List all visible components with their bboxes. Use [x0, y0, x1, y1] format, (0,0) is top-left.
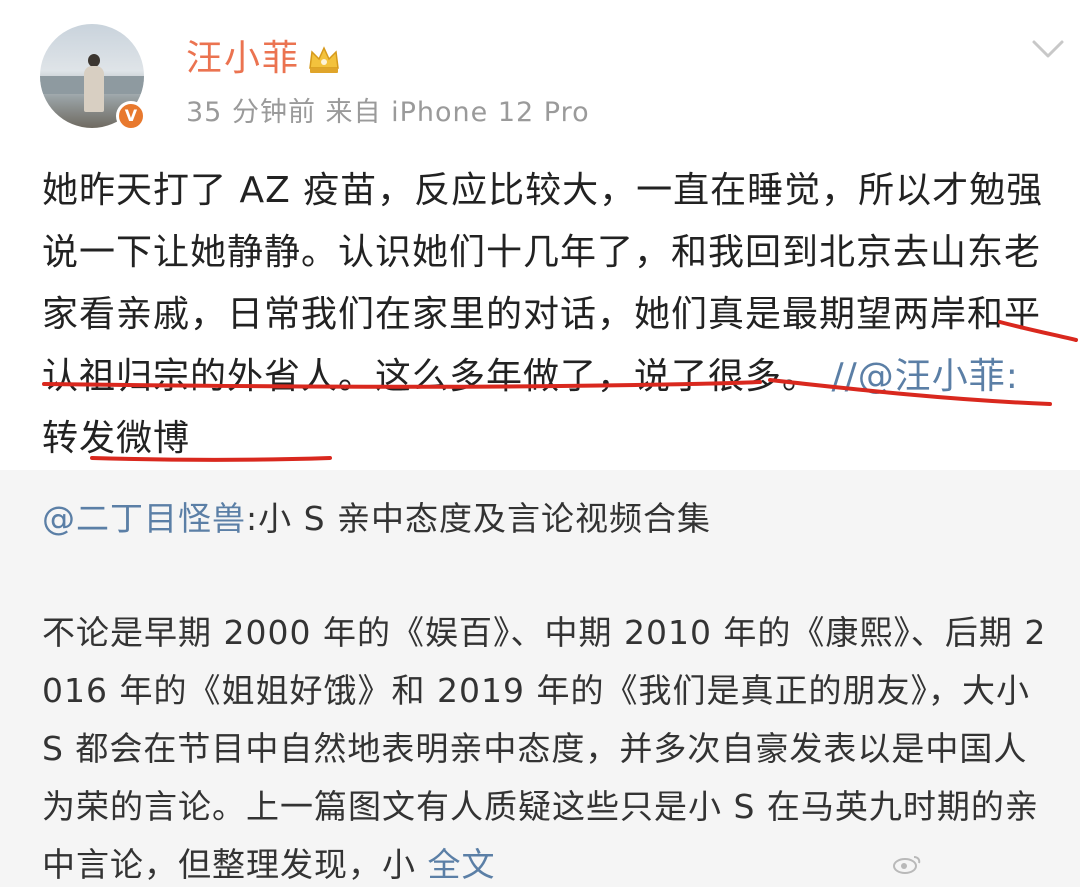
repost-text: 转发微博 — [42, 418, 191, 459]
quoted-post-title: @二丁目怪兽:小 S 亲中态度及言论视频合集 — [42, 494, 711, 544]
full-text-link[interactable]: 全文 — [428, 845, 496, 884]
quoted-body-text: 不论是早期 2000 年的《娱百》、中期 2010 年的《康熙》、后期 2016… — [42, 613, 1047, 884]
quoted-title-text: :小 S 亲中态度及言论视频合集 — [246, 499, 712, 538]
crown-icon — [309, 46, 339, 73]
username[interactable]: 汪小菲 — [186, 36, 300, 82]
repost-mention[interactable]: //@汪小菲: — [831, 356, 1018, 397]
chevron-down-icon[interactable] — [1028, 36, 1068, 62]
watermark — [892, 846, 1052, 882]
avatar-person-body — [84, 66, 104, 112]
verified-badge-icon: V — [116, 101, 146, 131]
post-meta: 35 分钟前 来自 iPhone 12 Pro — [186, 97, 590, 128]
weibo-watermark-icon — [893, 856, 921, 874]
post-body: 她昨天打了 AZ 疫苗，反应比较大，一直在睡觉，所以才勉强说一下让她静静。认识她… — [42, 160, 1052, 470]
post-header: V 汪小菲 35 分钟前 来自 iPhone 12 Pro — [0, 0, 1080, 150]
quoted-author-link[interactable]: @二丁目怪兽 — [42, 499, 246, 538]
